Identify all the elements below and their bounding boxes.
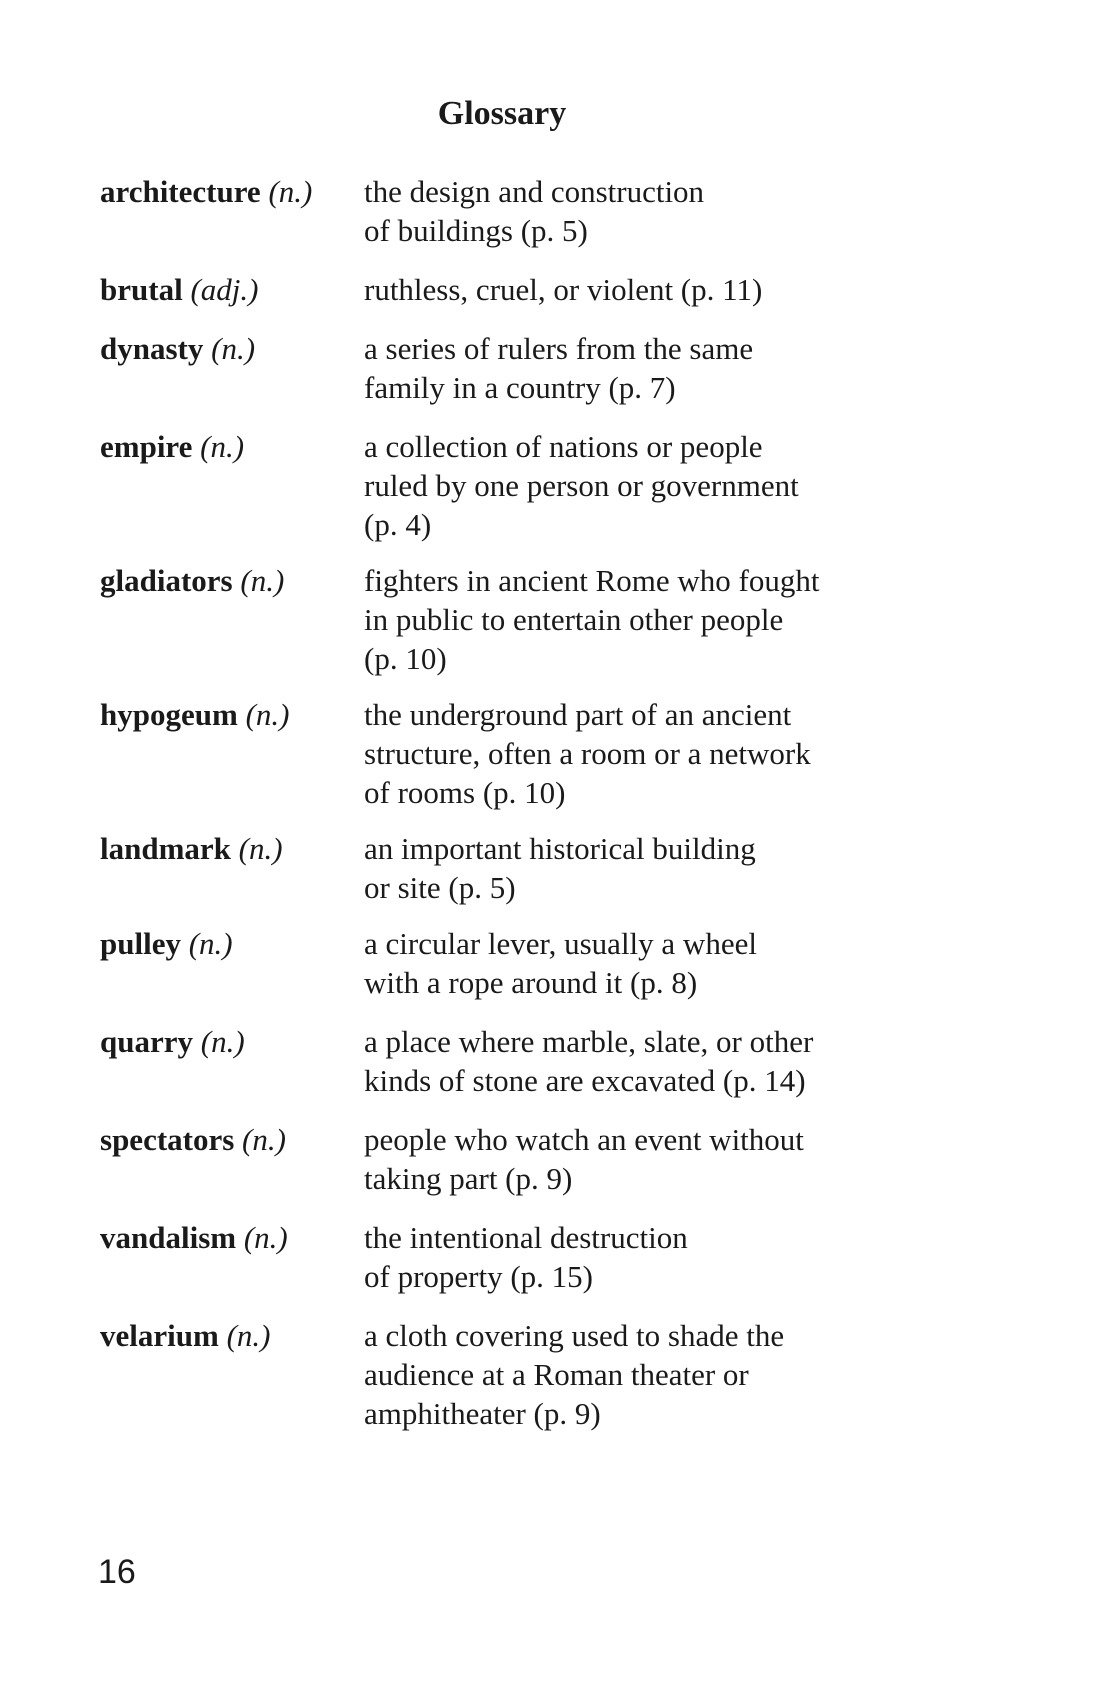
glossary-entry: spectators (n.) people who watch an event… <box>100 1120 980 1198</box>
glossary-definition: a series of rulers from the same family i… <box>364 329 980 407</box>
definition-line: amphitheater (p. 9) <box>364 1396 601 1431</box>
glossary-term: landmark (n.) <box>100 829 364 868</box>
definition-line: taking part (p. 9) <box>364 1161 573 1196</box>
glossary-term: empire (n.) <box>100 427 364 466</box>
term-word: velarium <box>100 1318 219 1353</box>
definition-line: the intentional destruction <box>364 1220 688 1255</box>
glossary-entry: hypogeum (n.) the underground part of an … <box>100 695 980 812</box>
glossary-term: velarium (n.) <box>100 1316 364 1355</box>
definition-line: of buildings (p. 5) <box>364 213 588 248</box>
term-word: vandalism <box>100 1220 237 1255</box>
glossary-definition: an important historical building or site … <box>364 829 980 907</box>
definition-line: fighters in ancient Rome who fought <box>364 563 820 598</box>
glossary-list: architecture (n.) the design and construc… <box>100 152 980 1433</box>
page-title-text: Glossary <box>437 95 567 132</box>
definition-line: ruthless, cruel, or violent (p. 11) <box>364 272 763 307</box>
part-of-speech: (n.) <box>242 1122 286 1157</box>
glossary-entry: architecture (n.) the design and construc… <box>100 172 980 250</box>
glossary-term: dynasty (n.) <box>100 329 364 368</box>
glossary-term: quarry (n.) <box>100 1022 364 1061</box>
definition-line: of rooms (p. 10) <box>364 775 566 810</box>
glossary-term: architecture (n.) <box>100 172 364 211</box>
term-word: hypogeum <box>100 697 238 732</box>
definition-line: (p. 4) <box>364 507 432 542</box>
definition-line: with a rope around it (p. 8) <box>364 965 698 1000</box>
definition-line: or site (p. 5) <box>364 870 516 905</box>
glossary-definition: ruthless, cruel, or violent (p. 11) <box>364 270 980 309</box>
definition-line: a collection of nations or people <box>364 429 763 464</box>
glossary-term: spectators (n.) <box>100 1120 364 1159</box>
glossary-term: pulley (n.) <box>100 924 364 963</box>
term-word: empire <box>100 429 193 464</box>
glossary-term: vandalism (n.) <box>100 1218 364 1257</box>
part-of-speech: (n.) <box>268 174 313 209</box>
definition-line: a circular lever, usually a wheel <box>364 926 757 961</box>
definition-line: a place where marble, slate, or other <box>364 1024 814 1059</box>
term-word: dynasty <box>100 331 204 366</box>
glossary-definition: a place where marble, slate, or other kin… <box>364 1022 980 1100</box>
page-number: 16 <box>98 1553 136 1591</box>
definition-line: family in a country (p. 7) <box>364 370 676 405</box>
definition-line: (p. 10) <box>364 641 447 676</box>
definition-line: people who watch an event without <box>364 1122 804 1157</box>
definition-line: a series of rulers from the same <box>364 331 754 366</box>
part-of-speech: (n.) <box>211 331 256 366</box>
part-of-speech: (n.) <box>200 429 245 464</box>
part-of-speech: (n.) <box>240 563 285 598</box>
glossary-definition: the intentional destruction of property (… <box>364 1218 980 1296</box>
glossary-entry: gladiators (n.) fighters in ancient Rome … <box>100 561 980 678</box>
term-word: quarry <box>100 1024 193 1059</box>
page-title: Glossary <box>0 94 1100 134</box>
glossary-entry: pulley (n.) a circular lever, usually a w… <box>100 924 980 1002</box>
glossary-entry: brutal (adj.) ruthless, cruel, or violent… <box>100 270 980 309</box>
definition-line: of property (p. 15) <box>364 1259 593 1294</box>
glossary-definition: fighters in ancient Rome who fought in pu… <box>364 561 980 678</box>
glossary-definition: a collection of nations or people ruled b… <box>364 427 980 544</box>
definition-line: structure, often a room or a network <box>364 736 811 771</box>
definition-line: a cloth covering used to shade the <box>364 1318 785 1353</box>
term-word: pulley <box>100 926 181 961</box>
part-of-speech: (n.) <box>226 1318 271 1353</box>
part-of-speech: (n.) <box>243 1220 288 1255</box>
term-word: brutal <box>100 272 183 307</box>
glossary-term: gladiators (n.) <box>100 561 364 600</box>
glossary-entry: landmark (n.) an important historical bui… <box>100 829 980 907</box>
glossary-term: hypogeum (n.) <box>100 695 364 734</box>
glossary-definition: people who watch an event without taking … <box>364 1120 980 1198</box>
glossary-entry: quarry (n.) a place where marble, slate, … <box>100 1022 980 1100</box>
glossary-entry: empire (n.) a collection of nations or pe… <box>100 427 980 544</box>
definition-line: audience at a Roman theater or <box>364 1357 749 1392</box>
part-of-speech: (adj.) <box>190 272 259 307</box>
definition-line: the design and construction <box>364 174 705 209</box>
definition-line: kinds of stone are excavated (p. 14) <box>364 1063 806 1098</box>
part-of-speech: (n.) <box>188 926 233 961</box>
term-word: gladiators <box>100 563 233 598</box>
glossary-entry: vandalism (n.) the intentional destructio… <box>100 1218 980 1296</box>
glossary-term: brutal (adj.) <box>100 270 364 309</box>
term-word: landmark <box>100 831 231 866</box>
glossary-entry: dynasty (n.) a series of rulers from the … <box>100 329 980 407</box>
glossary-entry: velarium (n.) a cloth covering used to sh… <box>100 1316 980 1433</box>
term-word: architecture <box>100 174 261 209</box>
part-of-speech: (n.) <box>238 831 283 866</box>
glossary-definition: the underground part of an ancient struct… <box>364 695 980 812</box>
part-of-speech: (n.) <box>245 697 290 732</box>
part-of-speech: (n.) <box>200 1024 245 1059</box>
definition-line: ruled by one person or government <box>364 468 799 503</box>
glossary-definition: a cloth covering used to shade the audien… <box>364 1316 980 1433</box>
definition-line: an important historical building <box>364 831 756 866</box>
definition-line: the underground part of an ancient <box>364 697 792 732</box>
term-word: spectators <box>100 1122 235 1157</box>
glossary-definition: a circular lever, usually a wheel with a … <box>364 924 980 1002</box>
glossary-definition: the design and construction of buildings … <box>364 172 980 250</box>
definition-line: in public to entertain other people <box>364 602 784 637</box>
